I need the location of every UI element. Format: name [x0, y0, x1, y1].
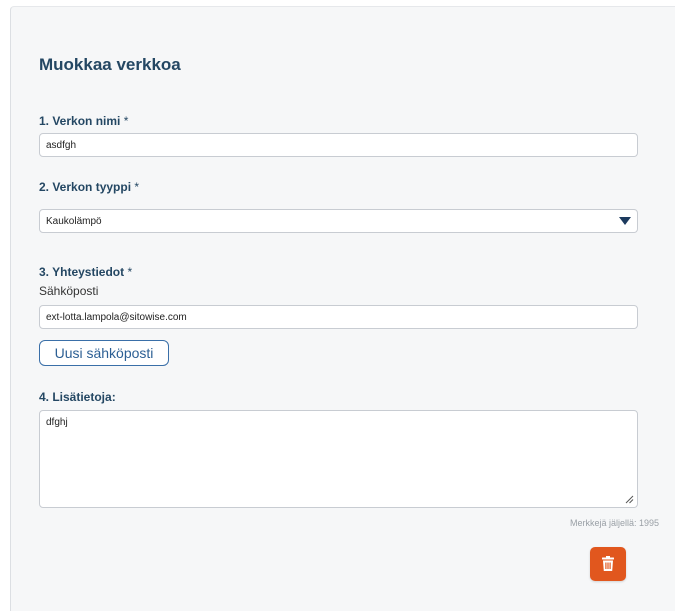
caret-down-icon[interactable]: [619, 217, 631, 225]
required-marker: *: [123, 114, 129, 128]
page-title: Muokkaa verkkoa: [39, 55, 181, 74]
resize-handle-icon[interactable]: [625, 495, 634, 504]
contact-info-label: 3. Yhteystiedot *: [39, 265, 132, 279]
email-label: Sähköposti: [39, 284, 99, 298]
required-marker: *: [134, 180, 140, 194]
network-name-input[interactable]: asdfgh: [39, 133, 638, 157]
network-type-value: Kaukolämpö: [46, 215, 102, 227]
network-type-select[interactable]: Kaukolämpö: [39, 209, 638, 233]
required-marker: *: [127, 265, 133, 279]
network-type-label-text: 2. Verkon tyyppi: [39, 180, 132, 194]
extra-info-textarea[interactable]: dfghj: [39, 410, 638, 508]
network-name-value: asdfgh: [46, 139, 77, 151]
network-type-label: 2. Verkon tyyppi *: [39, 180, 139, 194]
extra-info-value: dfghj: [46, 417, 68, 428]
network-name-label-text: 1. Verkon nimi: [39, 114, 121, 128]
new-email-button[interactable]: Uusi sähköposti: [39, 340, 169, 366]
chars-remaining-counter: Merkkejä jäljellä: 1995: [569, 518, 659, 528]
email-value: ext-lotta.lampola@sitowise.com: [46, 311, 187, 323]
delete-button[interactable]: [590, 547, 626, 581]
contact-info-label-text: 3. Yhteystiedot: [39, 265, 125, 279]
email-input[interactable]: ext-lotta.lampola@sitowise.com: [39, 305, 638, 329]
network-name-label: 1. Verkon nimi *: [39, 114, 128, 128]
extra-info-label: 4. Lisätietoja:: [39, 390, 116, 404]
trash-icon: [602, 556, 614, 571]
